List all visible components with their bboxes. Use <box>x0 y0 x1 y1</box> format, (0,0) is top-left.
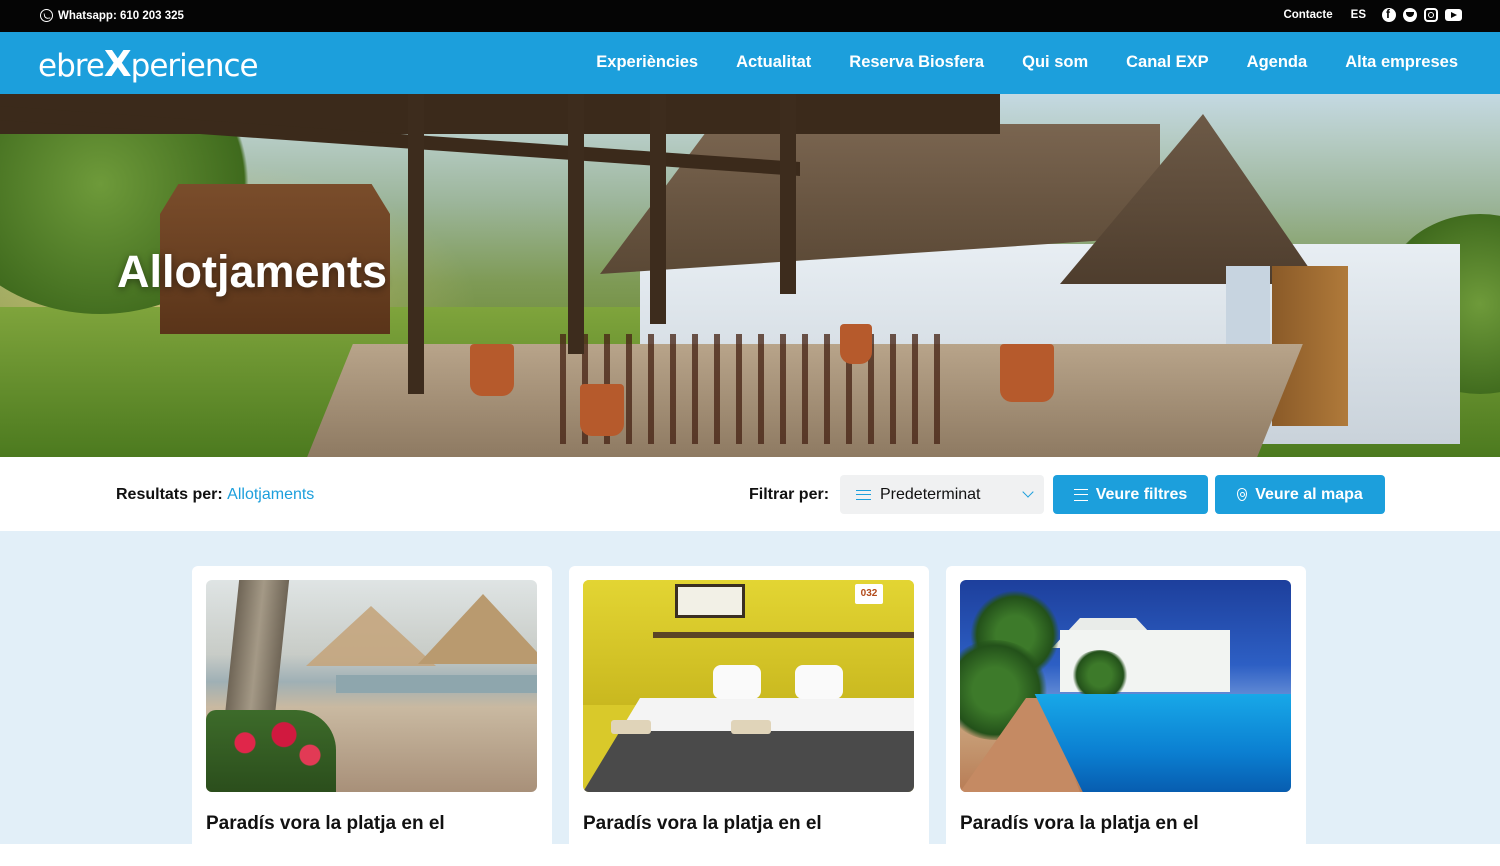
main-navbar: ebreXperience Experiències Actualitat Re… <box>0 32 1500 94</box>
listing-image-room[interactable]: 032 <box>583 580 914 792</box>
results-label: Resultats per: <box>116 486 223 503</box>
social-links <box>1382 7 1462 22</box>
nav-item-agenda[interactable]: Agenda <box>1247 53 1308 72</box>
results-summary: Resultats per: Allotjaments <box>116 486 314 504</box>
listing-title[interactable]: Paradís vora la platja en el <box>583 811 913 836</box>
listing-image-pool[interactable] <box>960 580 1291 792</box>
show-filters-button[interactable]: Veure filtres <box>1053 475 1208 514</box>
site-logo[interactable]: ebreXperience <box>38 44 259 85</box>
main-nav: Experiències Actualitat Reserva Biosfera… <box>558 53 1458 72</box>
whatsapp-label: Whatsapp: 610 203 325 <box>58 9 184 22</box>
room-number-sign: 032 <box>855 584 883 604</box>
hero-banner: Allotjaments <box>0 94 1500 457</box>
show-filters-label: Veure filtres <box>1095 485 1188 503</box>
filter-label: Filtrar per: <box>749 486 830 503</box>
facebook-icon[interactable] <box>1382 7 1396 22</box>
nav-item-experiencies[interactable]: Experiències <box>596 53 698 72</box>
listing-title[interactable]: Paradís vora la platja en el <box>206 811 536 836</box>
list-icon <box>856 489 871 500</box>
logo-text-post: perience <box>130 48 259 84</box>
top-bar-right: Contacte ES <box>1283 7 1462 22</box>
results-category[interactable]: Allotjaments <box>227 486 314 503</box>
youtube-icon[interactable] <box>1445 9 1462 21</box>
listing-title[interactable]: Paradís vora la platja en el <box>960 811 1290 836</box>
whatsapp-link[interactable]: Whatsapp: 610 203 325 <box>40 9 184 22</box>
nav-item-actualitat[interactable]: Actualitat <box>736 53 811 72</box>
chevron-down-icon <box>1022 486 1034 498</box>
top-bar: Whatsapp: 610 203 325 Contacte ES <box>0 0 1500 32</box>
listing-grid: Paradís vora la platja en el 032 Paradís… <box>0 531 1500 866</box>
contact-link[interactable]: Contacte <box>1283 9 1332 21</box>
logo-text-pre: ebre <box>38 48 105 84</box>
sliders-icon <box>1073 488 1088 501</box>
results-bar: Resultats per: Allotjaments Filtrar per:… <box>0 457 1500 531</box>
listing-card[interactable]: Paradís vora la platja en el <box>946 566 1306 866</box>
page-title: Allotjaments <box>117 246 388 297</box>
listing-image-beach[interactable] <box>206 580 537 792</box>
twitter-icon[interactable] <box>1403 8 1417 22</box>
show-map-label: Veure al mapa <box>1255 485 1363 503</box>
nav-item-qui-som[interactable]: Qui som <box>1022 53 1088 72</box>
sort-select[interactable]: Predeterminat <box>840 475 1044 514</box>
whatsapp-icon <box>40 9 53 22</box>
nav-item-reserva-biosfera[interactable]: Reserva Biosfera <box>849 53 984 72</box>
listing-card[interactable]: 032 Paradís vora la platja en el <box>569 566 929 866</box>
language-switch[interactable]: ES <box>1351 9 1366 21</box>
sort-select-value: Predeterminat <box>880 485 981 503</box>
logo-text-x: X <box>103 44 132 85</box>
show-map-button[interactable]: Veure al mapa <box>1215 475 1385 514</box>
instagram-icon[interactable] <box>1424 8 1438 22</box>
nav-item-alta-empreses[interactable]: Alta empreses <box>1345 53 1458 72</box>
map-pin-icon <box>1237 488 1248 501</box>
listing-card[interactable]: Paradís vora la platja en el <box>192 566 552 866</box>
nav-item-canal-exp[interactable]: Canal EXP <box>1126 53 1209 72</box>
